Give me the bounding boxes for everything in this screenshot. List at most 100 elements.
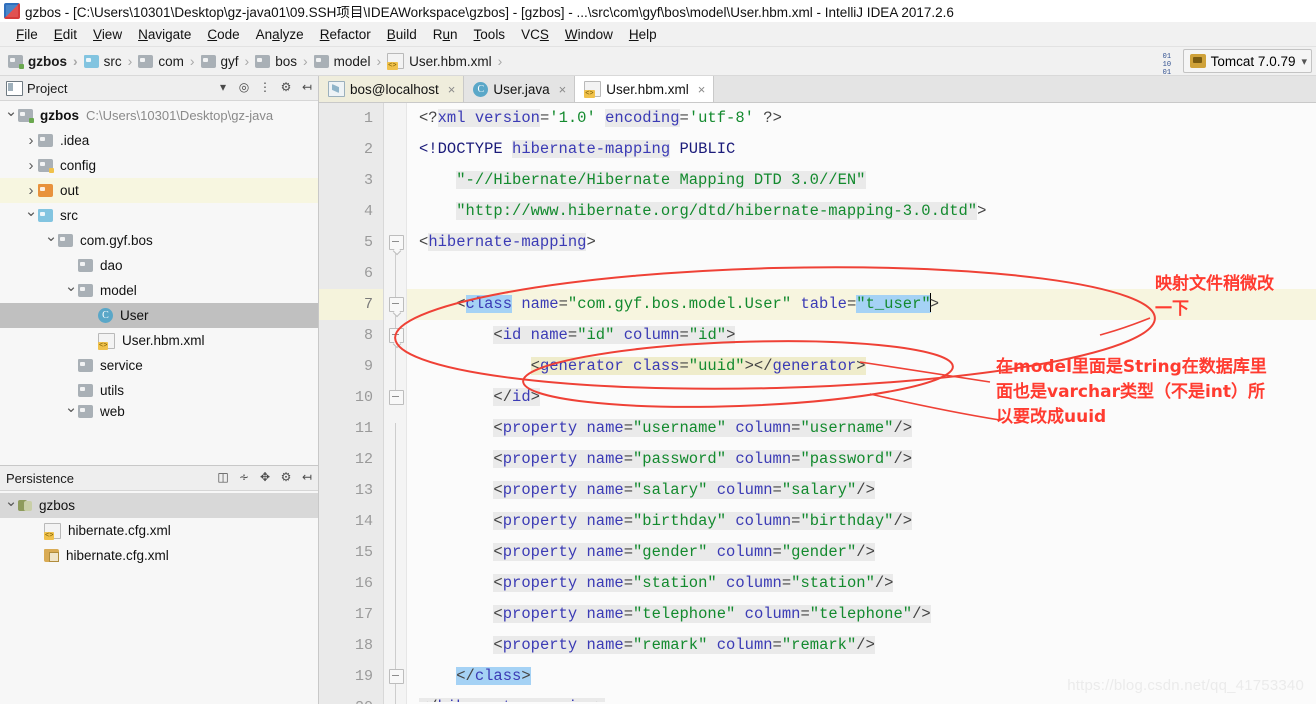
- tree-item-utils[interactable]: utils: [0, 378, 318, 403]
- breadcrumb-item-gzbos[interactable]: gzbos ›: [4, 50, 80, 72]
- persistence-item-label: hibernate.cfg.xml: [66, 548, 169, 563]
- breadcrumb-item-com[interactable]: com ›: [134, 50, 196, 72]
- line-number: 1: [363, 110, 373, 127]
- gear-icon[interactable]: ⚙: [279, 469, 293, 485]
- breadcrumb-item-bos[interactable]: bos ›: [251, 50, 309, 72]
- tree-item-gzbos[interactable]: gzbos C:\Users\10301\Desktop\gz-java: [0, 103, 318, 128]
- breadcrumb-separator: ›: [127, 53, 133, 69]
- close-icon[interactable]: ×: [559, 82, 567, 97]
- tree-item-src[interactable]: src: [0, 203, 318, 228]
- menu-edit[interactable]: Edit: [46, 25, 85, 44]
- tree-item-config[interactable]: config: [0, 153, 318, 178]
- locate-target-icon[interactable]: ◎: [237, 79, 251, 95]
- chevron-down-icon[interactable]: ▾: [216, 79, 230, 95]
- package-folder-icon: [78, 284, 93, 297]
- close-icon[interactable]: ×: [448, 82, 456, 97]
- project-panel-title: Project: [27, 80, 68, 96]
- xml-file-icon: [98, 332, 115, 350]
- generate-icon[interactable]: ∻: [237, 469, 251, 485]
- twisty-expanded-icon[interactable]: [4, 498, 18, 513]
- watermark: https://blog.csdn.net/qq_41753340: [1067, 677, 1304, 694]
- tree-item-idea[interactable]: .idea: [0, 128, 318, 153]
- project-panel-icon: [6, 80, 23, 96]
- tree-item-label: src: [60, 208, 78, 223]
- toolbar-right-group: 01 10 01 Tomcat 7.0.79 ▾: [1163, 49, 1312, 77]
- twisty-expanded-icon[interactable]: [44, 233, 58, 248]
- breadcrumb-item-gyf[interactable]: gyf ›: [197, 50, 252, 72]
- tab-bos-localhost[interactable]: bos@localhost ×: [319, 76, 465, 102]
- hide-panel-icon[interactable]: ↤: [300, 469, 314, 485]
- menu-code[interactable]: Code: [199, 25, 247, 44]
- menu-window[interactable]: Window: [557, 25, 621, 44]
- persistence-tree[interactable]: gzbos hibernate.cfg.xml hibernate.cfg.xm…: [0, 491, 318, 568]
- gear-icon[interactable]: ⚙: [279, 79, 293, 95]
- tree-item-com-gyf-bos[interactable]: com.gyf.bos: [0, 228, 318, 253]
- breadcrumb-label: bos: [275, 53, 297, 69]
- twisty-collapsed-icon[interactable]: [24, 133, 38, 148]
- persistence-item-hibernate-cfg-xml-2[interactable]: hibernate.cfg.xml: [0, 543, 318, 568]
- fold-toggle-class[interactable]: [389, 297, 404, 312]
- twisty-collapsed-icon[interactable]: [24, 158, 38, 173]
- code-line-16: <property name="station" column="station…: [493, 574, 894, 592]
- fold-toggle-id-end[interactable]: [389, 390, 404, 405]
- persistence-panel-toolbar: ◫ ∻ ✥ ⚙ ↤: [216, 469, 314, 485]
- menu-build[interactable]: Build: [379, 25, 425, 44]
- tree-item-label: gzbos: [40, 108, 79, 123]
- menu-file[interactable]: File: [8, 25, 46, 44]
- code-folding-strip[interactable]: [384, 103, 407, 704]
- fold-toggle-id[interactable]: [389, 328, 404, 343]
- breadcrumb-label: src: [103, 53, 122, 69]
- twisty-expanded-icon[interactable]: [24, 208, 38, 223]
- package-folder-icon: [78, 384, 93, 397]
- menu-navigate[interactable]: Navigate: [130, 25, 199, 44]
- twisty-expanded-icon[interactable]: [64, 404, 78, 419]
- persistence-item-gzbos[interactable]: gzbos: [0, 493, 318, 518]
- tree-item-out[interactable]: out: [0, 178, 318, 203]
- code-line-12: <property name="password" column="passwo…: [493, 450, 913, 468]
- line-number: 10: [354, 389, 373, 406]
- collapse-all-icon[interactable]: ⋮: [258, 79, 272, 95]
- menu-view[interactable]: View: [85, 25, 130, 44]
- fold-toggle-hibernate-mapping[interactable]: [389, 235, 404, 250]
- expand-icon[interactable]: ✥: [258, 469, 272, 485]
- line-number: 19: [354, 668, 373, 685]
- package-folder-icon: [138, 54, 154, 68]
- project-tree[interactable]: gzbos C:\Users\10301\Desktop\gz-java .id…: [0, 101, 318, 465]
- tree-item-dao[interactable]: dao: [0, 253, 318, 278]
- persistence-item-hibernate-cfg-xml-1[interactable]: hibernate.cfg.xml: [0, 518, 318, 543]
- left-tool-window-column: Project ▾ ◎ ⋮ ⚙ ↤ gzbos C:\Users\10301\D…: [0, 76, 319, 704]
- tree-item-user[interactable]: C User: [0, 303, 318, 328]
- breadcrumb-item-src[interactable]: src ›: [80, 50, 135, 72]
- menu-analyze[interactable]: Analyze: [248, 25, 312, 44]
- tab-user-hbm-xml[interactable]: User.hbm.xml ×: [575, 76, 715, 102]
- console-icon[interactable]: ◫: [216, 469, 230, 485]
- tab-label: User.hbm.xml: [606, 81, 689, 97]
- menu-run[interactable]: Run: [425, 25, 466, 44]
- close-icon[interactable]: ×: [698, 82, 706, 97]
- sort-lines-icon[interactable]: 01 10 01: [1163, 53, 1177, 77]
- tree-item-model[interactable]: model: [0, 278, 318, 303]
- menu-vcs[interactable]: VCS: [513, 25, 557, 44]
- line-number: 5: [363, 234, 373, 251]
- twisty-collapsed-icon[interactable]: [24, 183, 38, 198]
- line-number: 2: [363, 141, 373, 158]
- line-number: 9: [363, 358, 373, 375]
- tree-item-user-hbm-xml[interactable]: User.hbm.xml: [0, 328, 318, 353]
- fold-toggle-class-end[interactable]: [389, 669, 404, 684]
- menu-refactor[interactable]: Refactor: [312, 25, 379, 44]
- tab-user-java[interactable]: C User.java ×: [464, 76, 576, 102]
- run-configuration-selector[interactable]: Tomcat 7.0.79 ▾: [1182, 49, 1312, 73]
- chevron-down-icon: ▾: [1301, 55, 1307, 68]
- twisty-expanded-icon[interactable]: [4, 108, 18, 123]
- hide-panel-icon[interactable]: ↤: [300, 79, 314, 95]
- tree-item-web[interactable]: web: [0, 403, 318, 419]
- module-folder-icon: [18, 109, 34, 123]
- breadcrumb-item-user-hbm-xml[interactable]: User.hbm.xml ›: [383, 50, 504, 72]
- tree-item-service[interactable]: service: [0, 353, 318, 378]
- menu-help[interactable]: Help: [621, 25, 665, 44]
- breadcrumb-item-model[interactable]: model ›: [310, 50, 383, 72]
- tree-item-path: C:\Users\10301\Desktop\gz-java: [86, 108, 274, 123]
- config-folder-icon: [38, 159, 54, 173]
- twisty-expanded-icon[interactable]: [64, 283, 78, 298]
- menu-tools[interactable]: Tools: [466, 25, 514, 44]
